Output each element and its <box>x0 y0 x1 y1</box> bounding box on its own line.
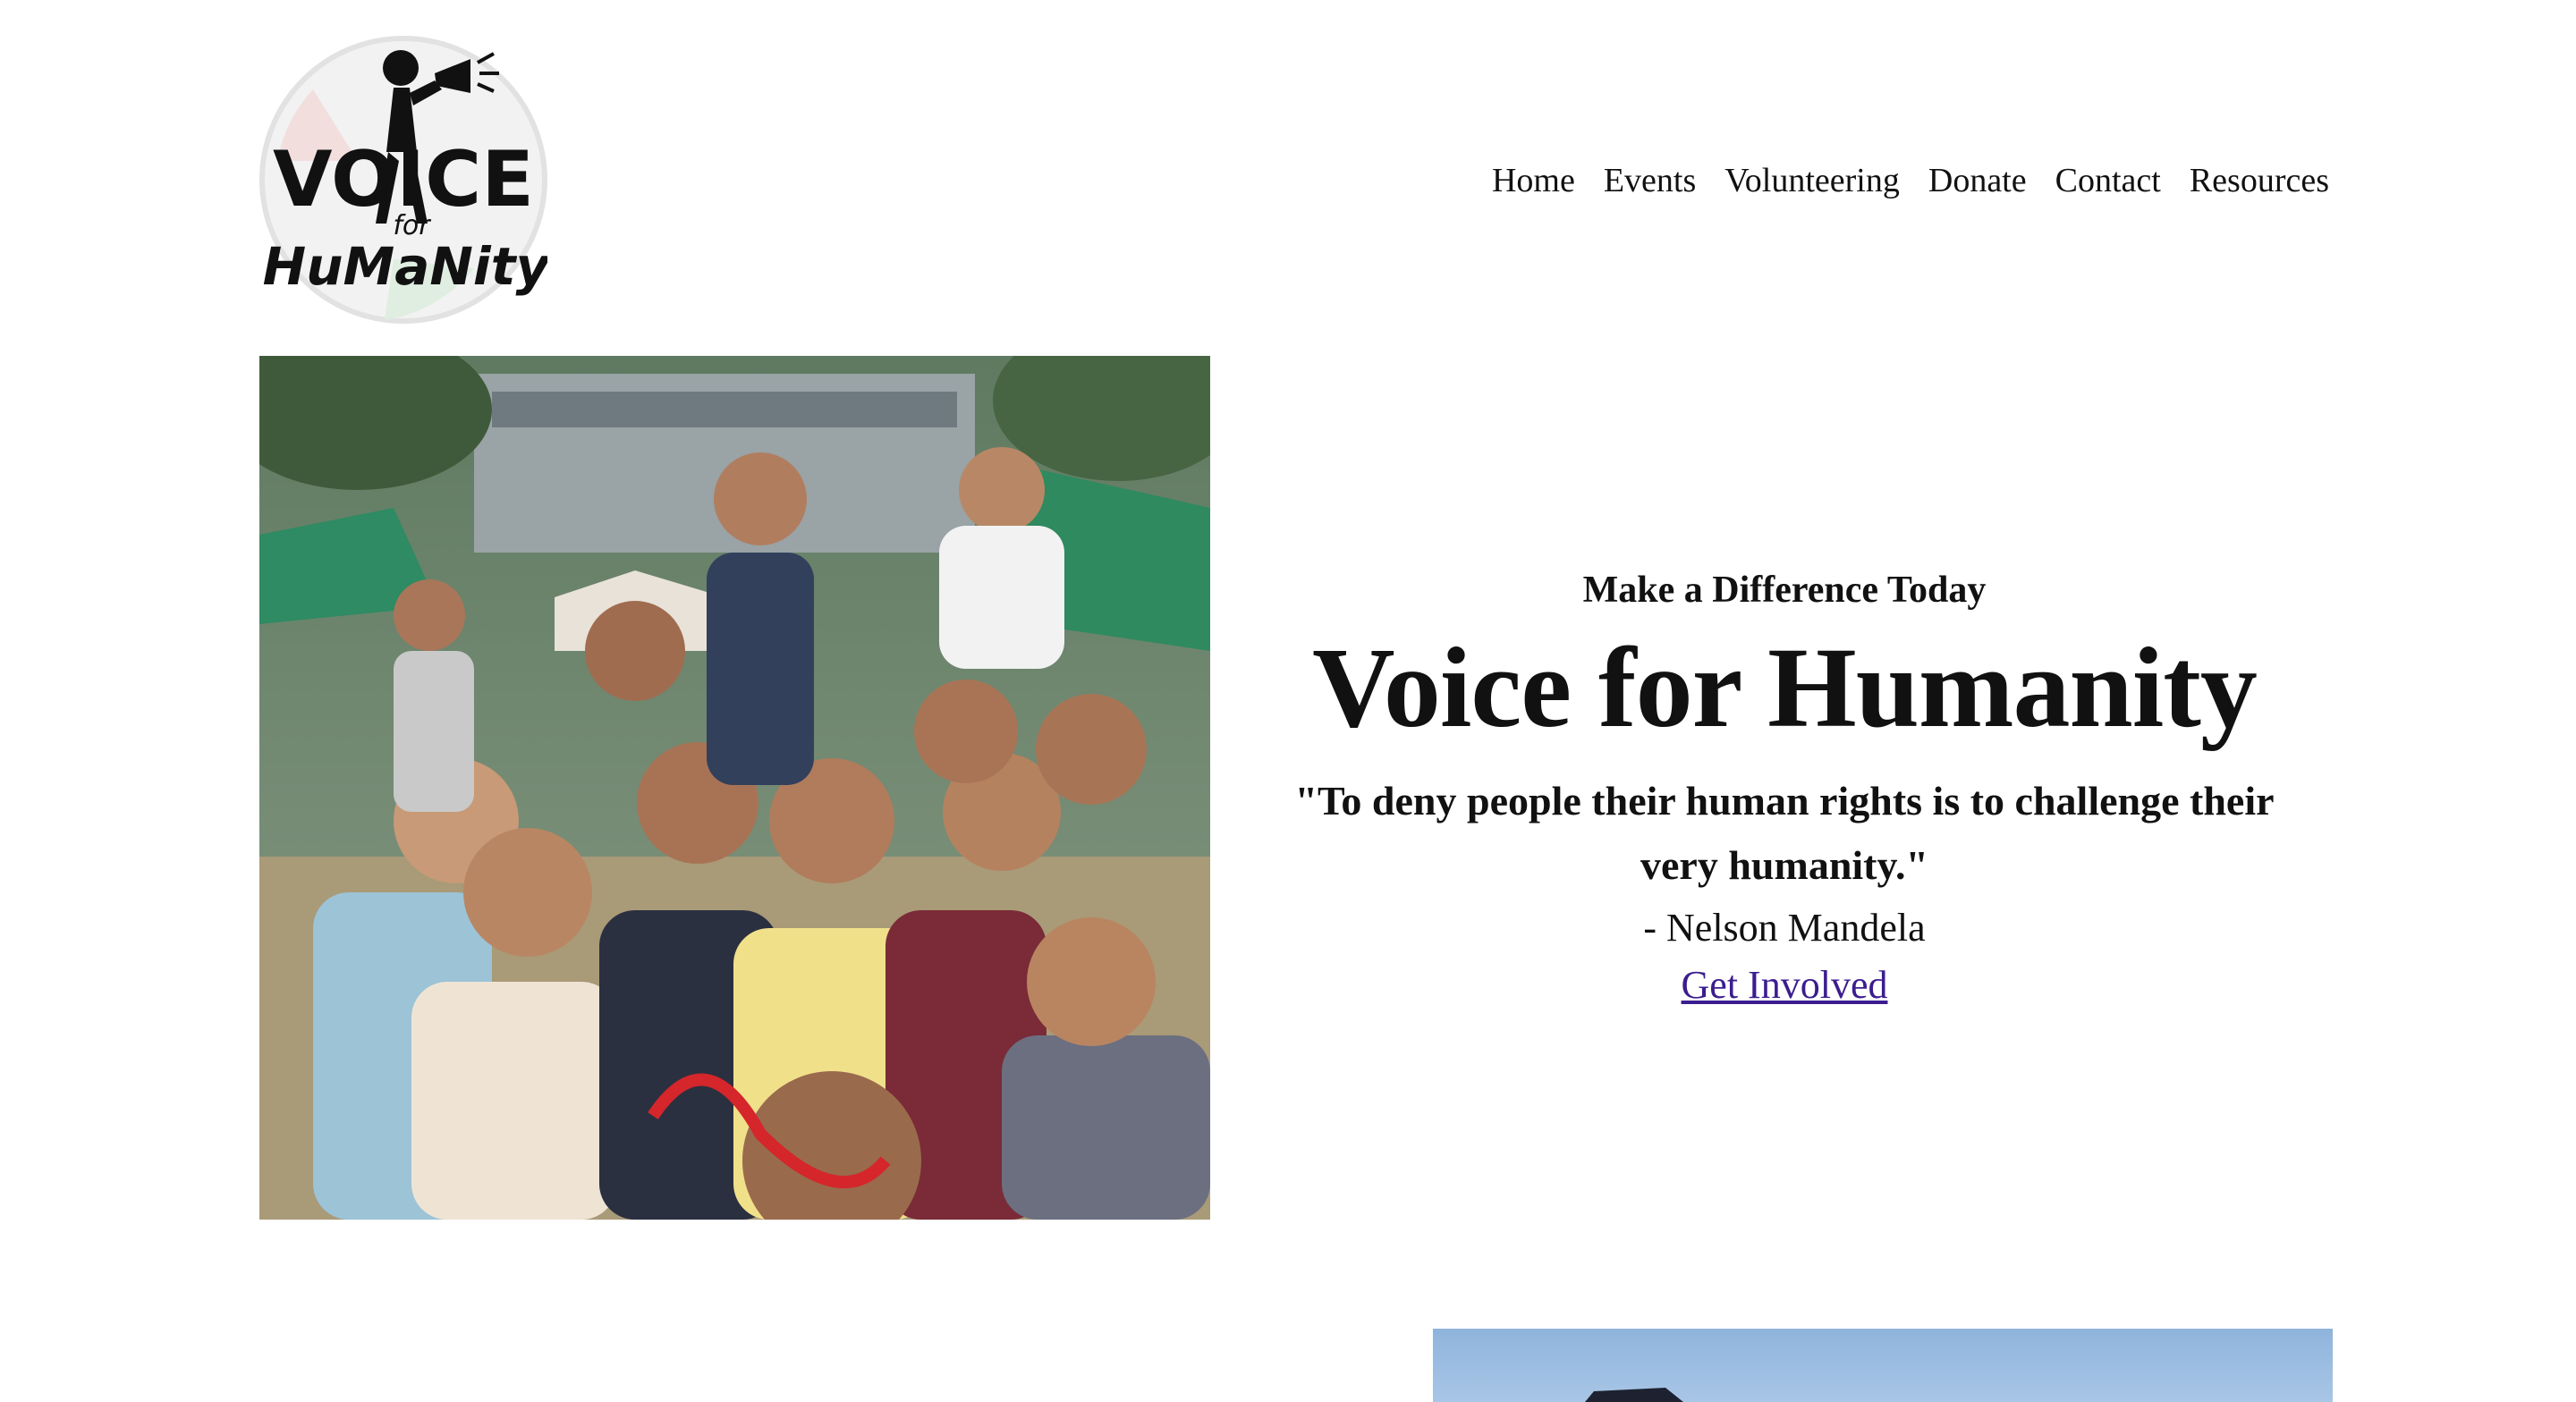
page: VOICE for HuMaNity Home Events Volunteer… <box>0 0 2576 1402</box>
main-nav: Home Events Volunteering Donate Contact … <box>1492 161 2329 200</box>
hero-photo <box>259 356 1210 1220</box>
hero-title: Voice for Humanity <box>1312 624 2258 751</box>
nav-donate[interactable]: Donate <box>1928 161 2027 200</box>
nav-home[interactable]: Home <box>1492 161 1575 200</box>
nav-resources[interactable]: Resources <box>2190 161 2329 200</box>
nav-volunteering[interactable]: Volunteering <box>1724 161 1900 200</box>
nav-contact[interactable]: Contact <box>2055 161 2161 200</box>
hero-text: Make a Difference Today Voice for Humani… <box>1252 569 2317 1008</box>
sky-image <box>1585 1388 1683 1402</box>
hero-eyebrow: Make a Difference Today <box>1582 570 1987 611</box>
secondary-photo <box>1433 1329 2333 1402</box>
hero-quote: "To deny people their human rights is to… <box>1294 778 2275 889</box>
site-logo[interactable]: VOICE for HuMaNity <box>259 36 552 324</box>
logo-wordmark-humanity: HuMaNity <box>263 236 547 297</box>
children-group-image <box>259 356 1210 1220</box>
hero-attribution: - Nelson Mandela <box>1643 906 1926 950</box>
voice-for-humanity-logo-icon: VOICE for HuMaNity <box>259 36 552 324</box>
nav-events[interactable]: Events <box>1604 161 1696 200</box>
get-involved-link[interactable]: Get Involved <box>1682 962 1888 1008</box>
